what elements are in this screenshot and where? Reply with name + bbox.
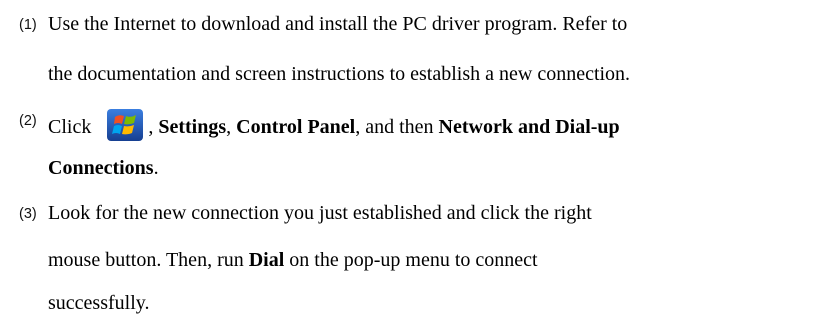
- step-number: (1): [19, 17, 37, 33]
- step-2-line-2: Connections.: [48, 156, 159, 180]
- control-panel-label: Control Panel: [236, 116, 356, 138]
- step-3-line-2: mouse button. Then, run Dial on the pop-…: [48, 248, 538, 272]
- and-then-text: , and then: [355, 116, 434, 138]
- step-3-line-3: successfully.: [48, 292, 150, 314]
- step-2-click-text: Click: [48, 116, 92, 138]
- network-label: Network and Dial-up: [438, 116, 620, 138]
- step-3-text: on the pop-up menu to connect: [289, 249, 538, 271]
- step-3-text: mouse button. Then, run: [48, 249, 244, 271]
- step-3-line-1: Look for the new connection you just est…: [48, 202, 592, 224]
- windows-start-icon: [106, 108, 144, 142]
- step-1-line-1: Use the Internet to download and install…: [48, 13, 628, 35]
- step-2-line-1: Click , Settings, Control Panel, and the…: [48, 108, 620, 142]
- step-1-line-2: the documentation and screen instruction…: [48, 63, 631, 85]
- dial-label: Dial: [248, 249, 285, 271]
- comma: ,: [148, 116, 154, 138]
- comma: ,: [226, 116, 232, 138]
- connections-label: Connections: [48, 157, 154, 179]
- period: .: [153, 157, 159, 179]
- settings-label: Settings: [158, 116, 227, 138]
- step-number: (3): [19, 206, 37, 222]
- instruction-document: (1) Use the Internet to download and ins…: [0, 0, 826, 323]
- step-number: (2): [19, 113, 37, 129]
